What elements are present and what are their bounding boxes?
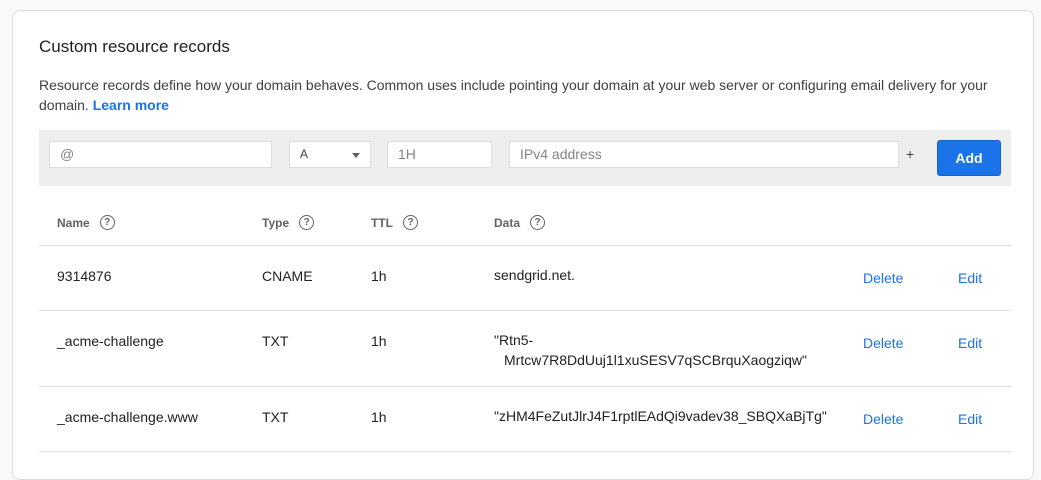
help-icon[interactable]: ? (299, 215, 315, 231)
column-header-name: Name? (57, 215, 115, 241)
section-title: Custom resource records (39, 37, 230, 56)
column-header-data: Data? (494, 215, 546, 241)
row-data-line2: Mrtcw7R8DdUuj1l1xuSESV7qSCBrquXaogziqw" (504, 352, 807, 368)
row-name: 9314876 (57, 268, 112, 284)
row-data: "zHM4FeZutJlrJ4F1rptlEAdQi9vadev38_SBQXa… (494, 406, 827, 426)
table-divider (39, 310, 1011, 311)
row-type: CNAME (262, 268, 313, 284)
chevron-down-icon (352, 153, 360, 158)
row-data-line1: "Rtn5- (494, 332, 534, 348)
record-data-input[interactable]: IPv4 address (509, 141, 899, 168)
edit-link[interactable]: Edit (958, 270, 982, 286)
table-divider (39, 386, 1011, 387)
row-ttl: 1h (371, 409, 387, 425)
edit-link[interactable]: Edit (958, 411, 982, 427)
record-ttl-input[interactable]: 1H (387, 141, 492, 168)
table-divider (39, 245, 1011, 246)
add-record-bar: @ A 1H IPv4 address + Add (39, 130, 1011, 186)
help-icon[interactable]: ? (530, 215, 546, 231)
row-data: sendgrid.net. (494, 265, 575, 285)
row-ttl: 1h (371, 268, 387, 284)
row-type: TXT (262, 333, 289, 349)
row-name: _acme-challenge.www (57, 409, 198, 425)
record-type-value: A (300, 147, 309, 161)
help-icon[interactable]: ? (403, 215, 418, 231)
learn-more-link[interactable]: Learn more (93, 97, 169, 113)
add-data-plus-button[interactable]: + (906, 146, 914, 162)
section-description: Resource records define how your domain … (39, 75, 999, 115)
row-data: "Rtn5- Mrtcw7R8DdUuj1l1xuSESV7qSCBrquXao… (494, 330, 807, 370)
column-header-type-label: Type (262, 215, 290, 230)
help-icon[interactable]: ? (99, 215, 115, 231)
column-header-ttl-label: TTL (371, 215, 393, 230)
row-ttl: 1h (371, 333, 387, 349)
delete-link[interactable]: Delete (863, 335, 903, 351)
column-header-data-label: Data (494, 215, 521, 230)
custom-records-card: Custom resource records Resource records… (12, 10, 1034, 480)
delete-link[interactable]: Delete (863, 411, 903, 427)
record-type-select[interactable]: A (289, 141, 371, 168)
column-header-type: Type? (262, 215, 315, 241)
description-text: Resource records define how your domain … (39, 77, 988, 113)
delete-link[interactable]: Delete (863, 270, 903, 286)
edit-link[interactable]: Edit (958, 335, 982, 351)
column-header-name-label: Name (57, 215, 90, 230)
row-data-line1: sendgrid.net. (494, 267, 575, 283)
row-name: _acme-challenge (57, 333, 164, 349)
column-header-ttl: TTL? (371, 215, 418, 241)
row-data-line1: "zHM4FeZutJlrJ4F1rptlEAdQi9vadev38_SBQXa… (494, 408, 827, 424)
add-button[interactable]: Add (937, 140, 1001, 176)
record-name-input[interactable]: @ (49, 141, 272, 168)
row-type: TXT (262, 409, 289, 425)
table-divider (39, 451, 1011, 452)
